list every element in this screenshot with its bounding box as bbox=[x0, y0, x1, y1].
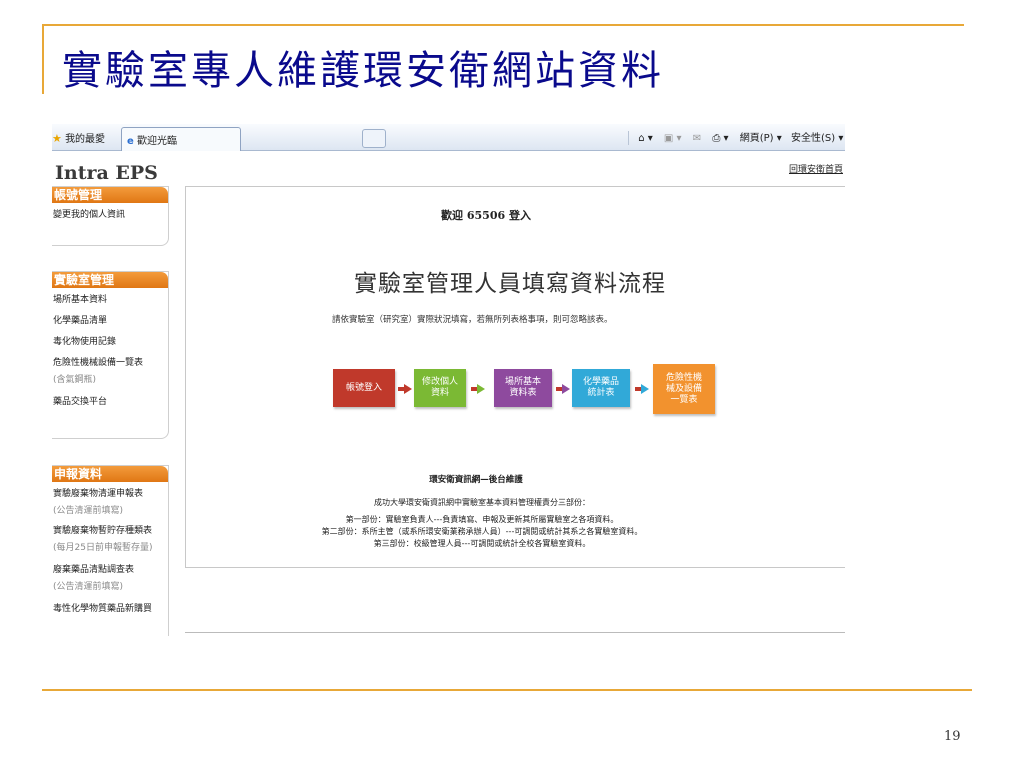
lab-panel: 實驗室管理 場所基本資料 化學藥品清單 毒化物使用記錄 危險性機械設備一覽表 (… bbox=[52, 271, 169, 439]
slide-title: 實驗室專人維護環安衛網站資料 bbox=[62, 48, 664, 94]
tab-label: 歡迎光臨 bbox=[136, 136, 177, 147]
step-label: 資料 bbox=[430, 388, 449, 398]
rss-icon[interactable]: ▣ ▾ bbox=[664, 133, 682, 144]
chevron-down-icon: ▾ bbox=[838, 133, 844, 144]
browser-tab[interactable]: e 歡迎光臨 bbox=[121, 127, 241, 151]
step-site-info: 場所基本 資料表 bbox=[494, 369, 552, 407]
command-bar: ⌂ ▾ ▣ ▾ ✉ ⎙ ▾ 網頁(P) ▾ 安全性(S) ▾ bbox=[622, 129, 843, 145]
arrow-icon bbox=[471, 384, 485, 394]
star-icon: ★ bbox=[52, 132, 62, 145]
step-label: 帳號登入 bbox=[345, 382, 382, 393]
home-link[interactable]: 回環安衛首頁 bbox=[789, 162, 843, 175]
section-line: 成功大學環安衛資訊網中實驗室基本資料管理權責分三部份： bbox=[374, 498, 590, 507]
section-line: 第二部份：系所主管（或系所環安衛業務承辦人員）---可調閱或統計其系之各實驗室資… bbox=[321, 527, 643, 536]
title-rule-top bbox=[42, 24, 964, 26]
safety-menu[interactable]: 安全性(S) bbox=[791, 133, 835, 144]
flow-subtitle: 請依實驗室（研究室）實際狀況填寫，若無所列表格事項，則可忽略該表。 bbox=[332, 315, 613, 325]
sidebar-item-site-info[interactable]: 場所基本資料 bbox=[52, 288, 168, 307]
step-hazardous-equipment: 危險性機 械及設備 一覽表 bbox=[653, 364, 715, 414]
step-label: 場所基本 bbox=[504, 377, 541, 387]
sidebar-item-hazardous-equipment[interactable]: 危險性機械設備一覽表 bbox=[52, 349, 168, 370]
sidebar-item-note: (公告清運前填寫) bbox=[53, 582, 124, 592]
step-label: 械及設備 bbox=[665, 383, 702, 394]
page-menu[interactable]: 網頁(P) bbox=[740, 133, 774, 144]
footer-rule bbox=[42, 689, 972, 691]
sidebar-item-exchange[interactable]: 藥品交換平台 bbox=[52, 386, 168, 409]
new-tab-button[interactable] bbox=[362, 129, 386, 148]
step-label: 修改個人 bbox=[421, 377, 458, 387]
step-label: 統計表 bbox=[587, 388, 615, 398]
panel-header-lab: 實驗室管理 bbox=[52, 272, 168, 288]
step-label: 危險性機 bbox=[665, 372, 702, 383]
app-title: Intra EPS bbox=[55, 162, 158, 184]
sidebar-item-toxic-records[interactable]: 毒化物使用記錄 bbox=[52, 328, 168, 349]
section-line: 第一部份：實驗室負責人---負責填寫、申報及更新其所屬實驗室之各項資料。 bbox=[345, 515, 619, 524]
print-icon[interactable]: ⎙ ▾ bbox=[712, 133, 728, 144]
sidebar-item-waste-survey[interactable]: 廢棄藥品清點調查表 bbox=[52, 554, 168, 577]
mail-icon[interactable]: ✉ bbox=[693, 133, 701, 144]
section-title: 環安衛資訊網—後台維護 bbox=[429, 475, 523, 485]
flow-title: 實驗室管理人員填寫資料流程 bbox=[354, 271, 666, 297]
sidebar-item-chemical-list[interactable]: 化學藥品清單 bbox=[52, 307, 168, 328]
favorites-button[interactable]: ★ 我的最愛 bbox=[52, 130, 105, 145]
report-panel: 申報資料 實驗廢棄物清運申報表 (公告清運前填寫) 實驗廢棄物暫貯存種類表 (每… bbox=[52, 465, 169, 636]
page-number: 19 bbox=[944, 729, 961, 744]
panel-header-account: 帳號管理 bbox=[52, 187, 168, 203]
arrow-icon bbox=[556, 384, 570, 394]
home-icon[interactable]: ⌂ ▾ bbox=[638, 133, 653, 144]
arrow-icon bbox=[398, 384, 412, 394]
welcome-text: 歡迎 65506 登入 bbox=[441, 209, 531, 222]
section-line: 第三部份：校級管理人員---可調閱或統計全校各實驗室資料。 bbox=[373, 539, 591, 548]
sidebar-item-note: (含氣鋼瓶) bbox=[53, 375, 97, 385]
content-bottom-rule bbox=[185, 632, 845, 633]
sidebar-item-toxic-purchase[interactable]: 毒性化學物質藥品新購買 bbox=[52, 593, 168, 616]
step-login: 帳號登入 bbox=[333, 369, 395, 407]
toolbar-separator bbox=[628, 131, 629, 145]
chevron-down-icon: ▾ bbox=[776, 133, 782, 144]
step-label: 資料表 bbox=[509, 388, 537, 398]
step-label: 化學藥品 bbox=[582, 377, 619, 387]
step-edit-profile: 修改個人 資料 bbox=[414, 369, 466, 407]
step-label: 一覽表 bbox=[670, 394, 698, 405]
main-content: 歡迎 65506 登入 實驗室管理人員填寫資料流程 請依實驗室（研究室）實際狀況… bbox=[185, 186, 845, 568]
step-chemical-stats: 化學藥品 統計表 bbox=[572, 369, 630, 407]
title-rule-left bbox=[42, 24, 44, 94]
screenshot-frame: ★ 我的最愛 e 歡迎光臨 ⌂ ▾ ▣ ▾ ✉ ⎙ ▾ 網頁(P) ▾ 安全性(… bbox=[52, 124, 845, 636]
browser-toolbar: ★ 我的最愛 e 歡迎光臨 ⌂ ▾ ▣ ▾ ✉ ⎙ ▾ 網頁(P) ▾ 安全性(… bbox=[52, 124, 845, 151]
favorites-label: 我的最愛 bbox=[65, 134, 106, 145]
arrow-icon bbox=[635, 384, 649, 394]
ie-icon: e bbox=[127, 136, 134, 147]
